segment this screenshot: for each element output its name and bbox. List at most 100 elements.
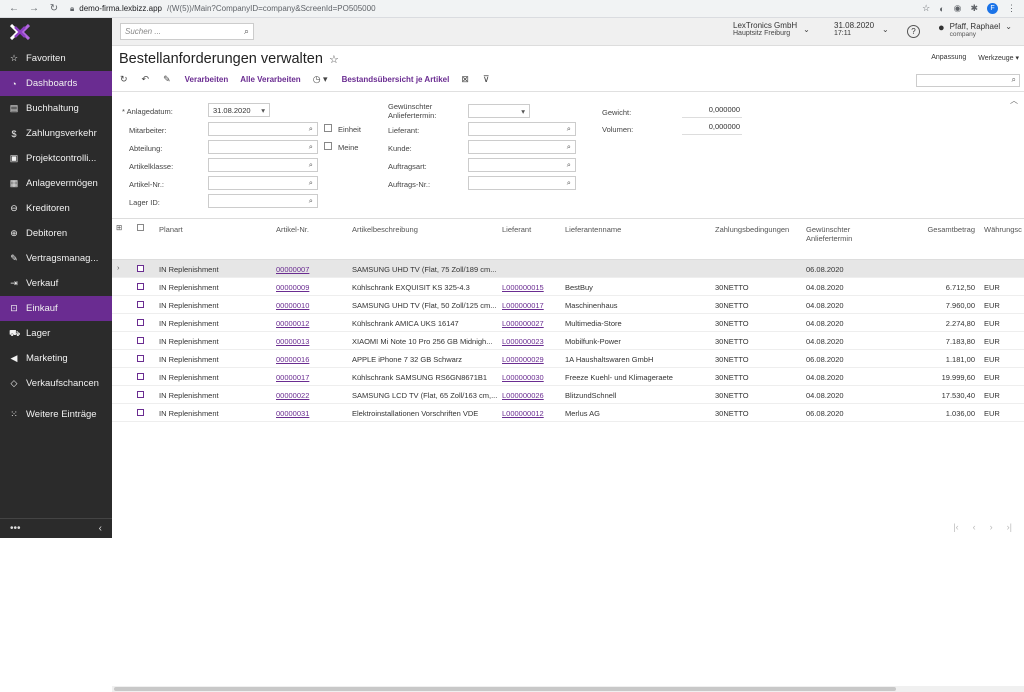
table-row[interactable]: › IN Replenishment 00000007 SAMSUNG UHD TV … <box>112 260 1024 278</box>
extension-icon-2[interactable]: ◉ <box>954 3 962 14</box>
row-checkbox[interactable] <box>137 373 144 380</box>
puzzle-icon[interactable]: ✱ <box>970 3 978 14</box>
process-button[interactable]: Verarbeiten <box>185 75 229 84</box>
mine-checkbox[interactable] <box>324 142 332 150</box>
favorite-star-icon[interactable]: ☆ <box>329 53 339 66</box>
col-description[interactable]: Artikelbeschreibung <box>352 225 418 234</box>
prev-page-icon[interactable]: ‹ <box>973 522 976 532</box>
cell-vendor[interactable]: L000000026 <box>502 391 560 400</box>
grid-search-input[interactable]: ⌕ <box>916 74 1020 87</box>
desired-date-field[interactable]: ▾ <box>468 104 530 118</box>
sidebar-item-favoriten[interactable]: ☆ Favoriten <box>0 46 112 71</box>
cell-item[interactable]: 00000009 <box>276 283 346 292</box>
table-row[interactable]: IN Replenishment 00000009 Kühlschrank EXQU… <box>112 278 1024 296</box>
warehouse-field[interactable]: ⌕ <box>208 194 318 208</box>
sidebar-item-debitoren[interactable]: ⊕ Debitoren <box>0 221 112 246</box>
cell-vendor[interactable]: L000000012 <box>502 409 560 418</box>
cell-vendor[interactable]: L000000017 <box>502 301 560 310</box>
table-row[interactable]: IN Replenishment 00000013 XIAOMI Mi Note 1… <box>112 332 1024 350</box>
sidebar-item-lager[interactable]: ⛟ Lager <box>0 321 112 346</box>
item-class-field[interactable]: ⌕ <box>208 158 318 172</box>
tools-menu[interactable]: Werkzeuge ▾ <box>978 54 1019 62</box>
row-checkbox[interactable] <box>137 391 144 398</box>
col-vendor[interactable]: Lieferant <box>502 225 531 234</box>
undo-icon[interactable]: ↶ <box>142 74 150 85</box>
sidebar-item-vertragsmanagement[interactable]: ✎ Vertragsmanag... <box>0 246 112 271</box>
reload-icon[interactable]: ↻ <box>48 3 60 14</box>
cell-item[interactable]: 00000016 <box>276 355 346 364</box>
table-row[interactable]: IN Replenishment 00000022 SAMSUNG LCD TV (… <box>112 386 1024 404</box>
cell-item[interactable]: 00000007 <box>276 265 346 274</box>
column-settings-icon[interactable]: ⊞ <box>116 223 122 232</box>
unit-checkbox[interactable] <box>324 124 332 132</box>
filter-icon[interactable]: ⊽ <box>483 74 490 85</box>
export-excel-icon[interactable]: ⊠ <box>461 74 469 85</box>
process-all-button[interactable]: Alle Verarbeiten <box>240 75 300 84</box>
extension-icon[interactable]: ◐ <box>939 4 944 14</box>
cell-item[interactable]: 00000017 <box>276 373 346 382</box>
cell-item[interactable]: 00000010 <box>276 301 346 310</box>
sidebar-item-marketing[interactable]: ◀ Marketing <box>0 346 112 371</box>
more-dots-icon[interactable]: ••• <box>10 523 21 534</box>
col-total[interactable]: Gesamtbetrag <box>899 225 975 234</box>
table-row[interactable]: IN Replenishment 00000016 APPLE iPhone 7 3… <box>112 350 1024 368</box>
first-page-icon[interactable]: |‹ <box>953 522 958 532</box>
schedule-icon[interactable]: ◷ ▾ <box>313 74 328 85</box>
col-item-no[interactable]: Artikel-Nr. <box>276 225 309 234</box>
col-desired-date[interactable]: Gewünschter Anliefertermin <box>806 225 852 243</box>
col-vendor-name[interactable]: Lieferantenname <box>565 225 621 234</box>
col-currency[interactable]: Währungsc <box>984 225 1022 234</box>
sidebar-item-buchhaltung[interactable]: ▤ Buchhaltung <box>0 96 112 121</box>
company-selector[interactable]: LexTronics GmbH Hauptsitz Freiburg ⌄ <box>733 21 810 37</box>
sidebar-item-kreditoren[interactable]: ⊖ Kreditoren <box>0 196 112 221</box>
sidebar-item-projektcontrolling[interactable]: ▣ Projektcontrolli... <box>0 146 112 171</box>
forward-icon[interactable]: → <box>28 3 40 14</box>
item-no-field[interactable]: ⌕ <box>208 176 318 190</box>
row-checkbox[interactable] <box>137 265 144 272</box>
business-date-selector[interactable]: 31.08.2020 17:11 ⌄ <box>834 21 889 37</box>
user-menu[interactable]: ● Pfaff, Raphael company ⌄ <box>938 22 1012 38</box>
sidebar-item-verkaufschancen[interactable]: ◇ Verkaufschancen <box>0 371 112 396</box>
sidebar-item-anlagevermoegen[interactable]: ▦ Anlagevermögen <box>0 171 112 196</box>
address-bar[interactable]: 🔒︎ demo-firma.lexbizz.app /(W(5))/Main?Co… <box>70 4 922 14</box>
next-page-icon[interactable]: › <box>990 522 993 532</box>
table-row[interactable]: IN Replenishment 00000017 Kühlschrank SAMS… <box>112 368 1024 386</box>
vendor-field[interactable]: ⌕ <box>468 122 576 136</box>
menu-dots-icon[interactable]: ⋮ <box>1007 3 1016 14</box>
sidebar-item-dashboards[interactable]: ◔ Dashboards <box>0 71 112 96</box>
table-row[interactable]: IN Replenishment 00000031 Elektroinstallat… <box>112 404 1024 422</box>
bookmark-star-icon[interactable]: ☆ <box>922 3 930 14</box>
row-checkbox[interactable] <box>137 337 144 344</box>
horizontal-scrollbar[interactable] <box>112 686 1024 692</box>
scrollbar-thumb[interactable] <box>114 687 896 691</box>
last-page-icon[interactable]: ›| <box>1007 522 1012 532</box>
cell-vendor[interactable]: L000000015 <box>502 283 560 292</box>
cell-item[interactable]: 00000022 <box>276 391 346 400</box>
sidebar-item-zahlungsverkehr[interactable]: $ Zahlungsverkehr <box>0 121 112 146</box>
cell-vendor[interactable]: L000000029 <box>502 355 560 364</box>
collapse-sidebar-icon[interactable]: ‹ <box>99 523 102 534</box>
table-row[interactable]: IN Replenishment 00000010 SAMSUNG UHD TV (… <box>112 296 1024 314</box>
col-terms[interactable]: Zahlungsbedingungen <box>715 225 789 234</box>
select-all-checkbox[interactable] <box>137 224 144 231</box>
col-plan-type[interactable]: Planart <box>159 225 183 234</box>
row-checkbox[interactable] <box>137 319 144 326</box>
profile-avatar[interactable]: F <box>987 3 998 14</box>
row-checkbox[interactable] <box>137 409 144 416</box>
sidebar-item-verkauf[interactable]: ⇥ Verkauf <box>0 271 112 296</box>
logo[interactable] <box>0 17 112 46</box>
search-icon[interactable]: ⌕ <box>244 26 249 37</box>
back-icon[interactable]: ← <box>8 3 20 14</box>
cell-item[interactable]: 00000013 <box>276 337 346 346</box>
stock-overview-button[interactable]: Bestandsübersicht je Artikel <box>342 75 450 84</box>
customer-field[interactable]: ⌕ <box>468 140 576 154</box>
sidebar-item-einkauf[interactable]: ⊡ Einkauf <box>0 296 112 321</box>
cell-vendor[interactable]: L000000030 <box>502 373 560 382</box>
row-checkbox[interactable] <box>137 283 144 290</box>
cell-item[interactable]: 00000012 <box>276 319 346 328</box>
date-field[interactable]: 31.08.2020 ▾ <box>208 103 270 117</box>
sidebar-item-more[interactable]: ⁙ Weitere Einträge <box>0 402 112 427</box>
cell-vendor[interactable]: L000000027 <box>502 319 560 328</box>
cell-vendor[interactable]: L000000023 <box>502 337 560 346</box>
row-checkbox[interactable] <box>137 355 144 362</box>
